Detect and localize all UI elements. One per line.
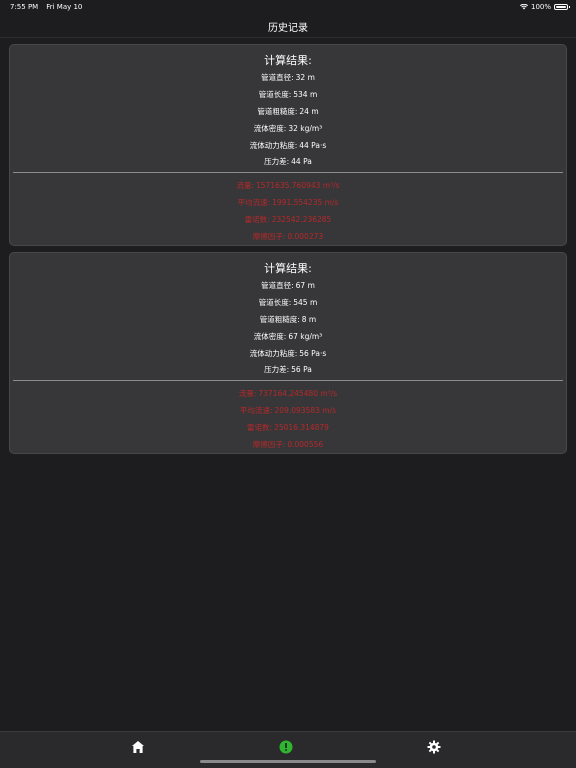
result-label: 雷诺数: (244, 215, 270, 224)
battery-percent: 100% (530, 3, 551, 11)
pipe-diameter-row: 管道直径: 67 m (10, 280, 566, 291)
row-value: 534 m (293, 90, 318, 99)
gear-icon[interactable] (426, 739, 442, 755)
avg-velocity-result: 平均流速: 1991.554235 m/s (10, 197, 566, 208)
row-value: 44 Pa (291, 157, 312, 166)
row-label: 管道直径: (261, 281, 294, 290)
result-value: 209.093583 m/s (274, 406, 336, 415)
flow-rate-result: 流量: 737164.245480 m³/s (10, 388, 566, 399)
pipe-length-row: 管道长度: 534 m (10, 89, 566, 100)
page-title: 历史记录 (268, 23, 308, 34)
row-value: 545 m (293, 298, 318, 307)
result-label: 摩擦因子: (252, 232, 286, 241)
pressure-diff-row: 压力差: 44 Pa (10, 156, 566, 167)
result-label: 流量: (238, 389, 257, 398)
pipe-diameter-row: 管道直径: 32 m (10, 72, 566, 83)
wifi-icon (519, 4, 528, 10)
fluid-density-row: 流体密度: 67 kg/m³ (10, 331, 566, 342)
friction-factor-result: 摩擦因子: 0.000273 (10, 231, 566, 242)
status-bar: 7:55 PM Fri May 10 100% (0, 0, 576, 14)
result-label: 平均流速: (240, 406, 273, 415)
result-label: 平均流速: (237, 198, 271, 207)
result-value: 0.000556 (287, 440, 324, 449)
result-value: 737164.245480 m³/s (258, 389, 338, 398)
row-label: 管道粗糙度: (257, 107, 298, 116)
status-time: 7:55 PM (10, 3, 39, 11)
result-value: 1571635.760943 m³/s (255, 181, 340, 190)
row-value: 56 Pa (291, 365, 312, 374)
results-divider (13, 380, 563, 381)
history-card[interactable]: 计算结果: 管道直径: 67 m 管道长度: 545 m 管道粗糙度: 8 m 流体密… (9, 252, 567, 454)
row-label: 压力差: (264, 365, 290, 374)
row-label: 流体密度: (253, 332, 287, 341)
history-card[interactable]: 计算结果: 管道直径: 32 m 管道长度: 534 m 管道粗糙度: 24 m 流体… (9, 44, 567, 246)
row-label: 管道直径: (261, 73, 294, 82)
friction-factor-result: 摩擦因子: 0.000556 (10, 439, 566, 450)
row-value: 44 Pa·s (299, 141, 327, 150)
result-label: 流量: (236, 181, 254, 190)
row-value: 32 kg/m³ (288, 124, 323, 133)
row-value: 8 m (301, 315, 317, 324)
row-value: 67 m (295, 281, 315, 290)
row-label: 压力差: (264, 157, 290, 166)
result-value: 232542.236285 (271, 215, 332, 224)
row-label: 管道长度: (258, 298, 292, 307)
battery-icon (554, 4, 570, 10)
reynolds-result: 雷诺数: 25016.314879 (10, 422, 566, 433)
card-title: 计算结果: (264, 54, 312, 67)
result-label: 摩擦因子: (252, 440, 286, 449)
result-value: 25016.314879 (274, 423, 329, 432)
row-value: 24 m (299, 107, 319, 116)
row-label: 流体动力粘度: (249, 141, 298, 150)
row-label: 流体密度: (253, 124, 287, 133)
result-value: 0.000273 (287, 232, 324, 241)
reynolds-result: 雷诺数: 232542.236285 (10, 214, 566, 225)
home-indicator (200, 760, 376, 763)
row-value: 67 kg/m³ (288, 332, 323, 341)
fluid-density-row: 流体密度: 32 kg/m³ (10, 123, 566, 134)
pipe-roughness-row: 管道粗糙度: 24 m (10, 106, 566, 117)
result-value: 1991.554235 m/s (272, 198, 339, 207)
flow-rate-result: 流量: 1571635.760943 m³/s (10, 180, 566, 191)
calculator-icon[interactable] (278, 739, 294, 755)
pipe-length-row: 管道长度: 545 m (10, 297, 566, 308)
row-label: 管道长度: (258, 90, 292, 99)
status-right: 100% (519, 3, 570, 11)
fluid-viscosity-row: 流体动力粘度: 56 Pa·s (10, 348, 566, 359)
home-icon[interactable] (130, 739, 146, 755)
fluid-viscosity-row: 流体动力粘度: 44 Pa·s (10, 140, 566, 151)
row-value: 56 Pa·s (299, 349, 327, 358)
status-left: 7:55 PM Fri May 10 (10, 3, 90, 11)
results-divider (13, 172, 563, 173)
pipe-roughness-row: 管道粗糙度: 8 m (10, 314, 566, 325)
row-value: 32 m (295, 73, 315, 82)
pressure-diff-row: 压力差: 56 Pa (10, 364, 566, 375)
nav-divider (0, 37, 576, 38)
row-label: 流体动力粘度: (249, 349, 298, 358)
result-label: 雷诺数: (247, 423, 273, 432)
card-title: 计算结果: (264, 262, 312, 275)
status-date: Fri May 10 (46, 3, 83, 11)
avg-velocity-result: 平均流速: 209.093583 m/s (10, 405, 566, 416)
row-label: 管道粗糙度: (259, 315, 300, 324)
